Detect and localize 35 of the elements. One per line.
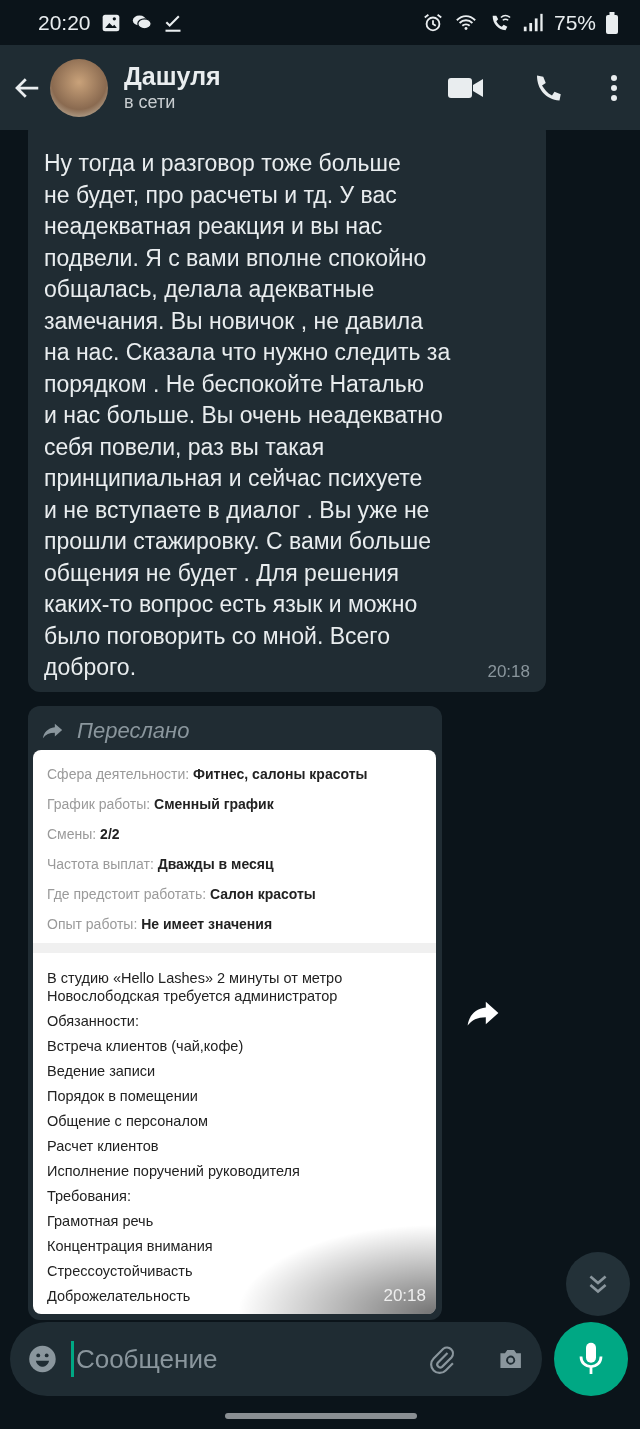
description-line: Стрессоустойчивасть — [47, 1262, 193, 1280]
menu-icon[interactable] — [610, 73, 618, 102]
description-line: Доброжелательность — [47, 1287, 191, 1305]
message-time: 20:18 — [487, 661, 530, 682]
contact-status: в сети — [124, 92, 177, 113]
description-line: Общение с персоналом — [47, 1112, 209, 1130]
job-field: Опыт работы: Не имеет значения — [47, 915, 422, 933]
status-time: 20:20 — [38, 10, 91, 35]
forwarded-label: Переслано — [77, 718, 190, 744]
job-field: Где предстоит работать: Салон красоты — [47, 885, 422, 903]
signal-icon — [521, 11, 544, 34]
share-icon[interactable] — [466, 999, 500, 1027]
description-line: Исполнение поручений руководителя — [47, 1162, 300, 1180]
battery-icon — [606, 11, 618, 34]
message-text: Ну тогда и разговор тоже больше не будет, про расчеты и тд. У вас неадекватная реакция и вы нас подвели. Я с вами вполне спокойно общалась, делала адекватные замечания. Вы новичок , не давила на нас. Сказала что нужно следить за порядком . Не беспокойте Наталью и нас больше. Вы очень неадекватно себя повели, раз вы такая принципиальная и сейчас психуете и не вступаете в диалог . Вы уже не прошли стажировку. С вами больше общения не будет . Для решения каких-то вопрос есть язык и можно было поговорить со мной. Всего доброго. — [44, 149, 451, 682]
message-field[interactable]: Сообщение — [10, 1322, 542, 1396]
description-line: Обязанности: — [47, 1012, 139, 1030]
job-field: Частота выплат: Дважды в месяц — [47, 855, 422, 873]
description-line: Грамотная речь — [47, 1212, 154, 1230]
description-line: Порядок в помещении — [47, 1087, 198, 1105]
contact-name[interactable]: Дашуля — [124, 62, 221, 90]
job-field: Смены: 2/2 — [47, 825, 422, 843]
description-line: В студию «Hello Lashes» 2 минуты от метро Новослободская требуется администратор — [47, 969, 343, 1005]
message-time: 20:18 — [383, 1286, 426, 1306]
image-icon — [100, 12, 121, 33]
avatar[interactable] — [50, 58, 108, 117]
battery-percent: 75% — [553, 10, 596, 35]
description-line: Встреча клиентов (чай,кофе) — [47, 1037, 244, 1055]
message-input[interactable]: Сообщение — [70, 1341, 413, 1377]
description-line: Концентрация внимания — [47, 1237, 213, 1255]
description-line: Требования: — [47, 1187, 131, 1205]
description-line: Ведение записи — [47, 1062, 156, 1080]
job-field: График работы: Сменный график — [47, 795, 422, 813]
description-line: Расчет клиентов — [47, 1137, 159, 1155]
job-field: Сфера деятельности: Фитнес, салоны красоты — [47, 765, 422, 783]
